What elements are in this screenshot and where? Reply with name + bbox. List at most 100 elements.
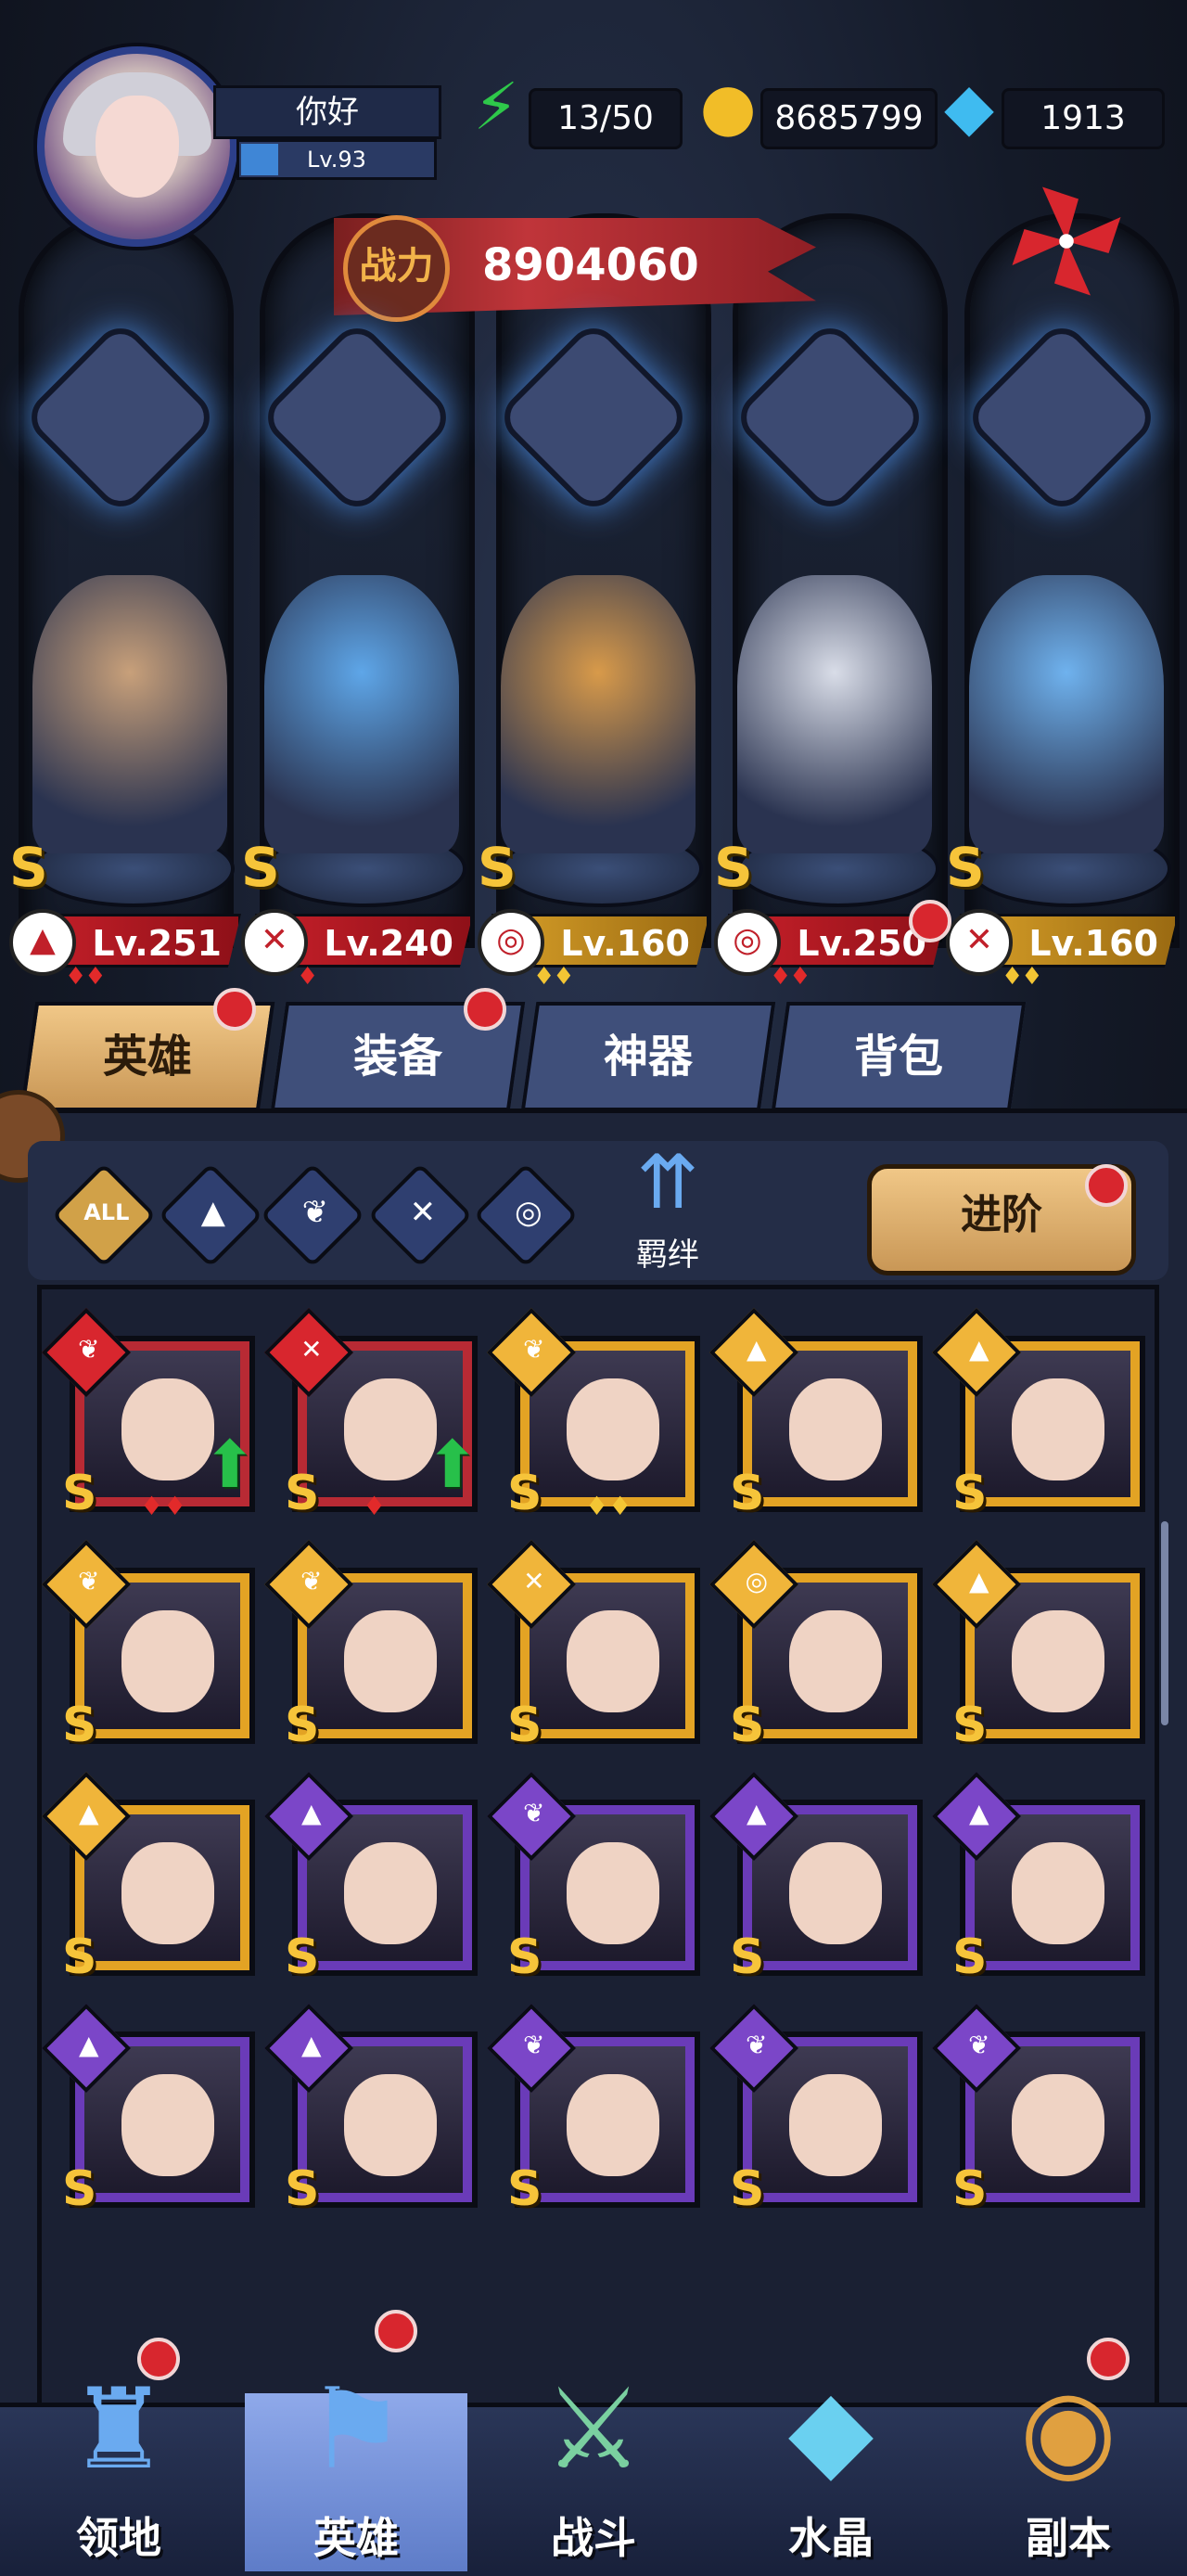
rank-badge: S <box>507 1698 542 1753</box>
filter-all-label: ALL <box>83 1199 130 1226</box>
team-slot-class-wrench-icon[interactable] <box>962 317 1162 518</box>
hero-card[interactable]: ✕ S ⬆ ♦ <box>263 1307 479 1521</box>
pinwheel-menu-icon[interactable] <box>1006 181 1127 301</box>
hero-card[interactable]: ▲ S <box>263 2003 478 2217</box>
notification-dot <box>213 988 256 1031</box>
hero-stars: ♦♦ <box>65 963 107 991</box>
hero-card[interactable]: ❦ S <box>486 2003 700 2217</box>
sword-icon: ⚔ <box>543 2365 644 2494</box>
hero-card[interactable]: ▲ S <box>931 1307 1145 1521</box>
rank-badge: S <box>285 1698 320 1753</box>
rank-badge: S <box>714 836 753 899</box>
team-hero[interactable] <box>737 575 932 853</box>
hero-card[interactable]: ❦ S <box>486 1771 700 1985</box>
nav-sword[interactable]: ⚔ 战斗 <box>482 2356 705 2571</box>
gold-coin-icon[interactable]: ● <box>686 65 770 148</box>
bond-label: 羁绊 <box>636 1237 699 1274</box>
hero-card[interactable]: ❦ S <box>708 2003 923 2217</box>
notification-dot <box>1087 2338 1130 2380</box>
crystal-icon: ◆ <box>787 2365 874 2494</box>
rank-badge: S <box>62 1929 97 1985</box>
hero-card[interactable]: ▲ S <box>263 1771 478 1985</box>
scrollbar[interactable] <box>1161 1521 1168 1725</box>
hero-stars: ♦ <box>297 963 318 991</box>
rank-badge: S <box>730 1929 765 1985</box>
hero-stars: ♦♦ <box>585 1491 632 1521</box>
rank-badge: S <box>952 1466 988 1521</box>
rank-badge: S <box>241 836 280 899</box>
nav-castle[interactable]: ♜ 领地 <box>7 2356 230 2571</box>
hero-hat-icon: ⚑ <box>306 2365 406 2494</box>
nav-label: 英雄 <box>313 2513 399 2563</box>
team-hero[interactable] <box>501 575 696 853</box>
nav-label: 副本 <box>1026 2513 1111 2563</box>
hero-card[interactable]: ❦ S <box>41 1539 255 1753</box>
rank-badge: S <box>62 2161 97 2217</box>
tab-artifacts[interactable]: 神器 <box>520 1002 776 1111</box>
tab-label: 英雄 <box>102 1031 192 1083</box>
hero-stars: ♦♦ <box>770 963 811 991</box>
team-slot-class-beast-mask-icon[interactable] <box>493 317 694 518</box>
hero-card[interactable]: ✕ S <box>486 1539 700 1753</box>
rank-badge: S <box>507 2161 542 2217</box>
tab-label: 装备 <box>352 1031 442 1083</box>
combat-power-value: 8904060 <box>482 239 699 291</box>
hero-card[interactable]: ▲ S <box>41 1771 255 1985</box>
rank-badge: S <box>62 1466 97 1521</box>
nav-label: 领地 <box>76 2513 161 2563</box>
player-avatar[interactable] <box>37 46 237 247</box>
notification-dot <box>464 988 506 1031</box>
team-slot-class-mage-hat-icon[interactable] <box>20 317 221 518</box>
hero-card[interactable]: ❦ S ♦♦ <box>486 1307 700 1521</box>
rank-badge: S <box>730 2161 765 2217</box>
nav-portal[interactable]: ◉ 副本 <box>957 2356 1180 2571</box>
hero-card[interactable]: ▲ S <box>931 1771 1145 1985</box>
rank-badge: S <box>952 1929 988 1985</box>
team-hero[interactable] <box>32 575 227 853</box>
hero-card[interactable]: ▲ S <box>41 2003 255 2217</box>
rank-badge: S <box>952 2161 988 2217</box>
rank-badge: S <box>507 1929 542 1985</box>
hero-card[interactable]: ❦ S <box>931 2003 1145 2217</box>
player-name: 你好 <box>213 85 441 139</box>
rank-badge: S <box>285 2161 320 2217</box>
bond-icon: ⇈ <box>636 1139 699 1225</box>
rank-badge: S <box>9 836 48 899</box>
nav-hero-hat[interactable]: ⚑ 英雄 <box>245 2365 467 2571</box>
diamond-icon[interactable]: ◆ <box>927 65 1011 148</box>
notification-dot <box>375 2310 417 2352</box>
notification-dot <box>137 2338 180 2380</box>
rank-badge: S <box>285 1466 320 1521</box>
nav-crystal[interactable]: ◆ 水晶 <box>720 2356 942 2571</box>
hero-stars: ♦♦ <box>140 1491 187 1521</box>
bond-button[interactable]: ⇈ 羁绊 <box>594 1136 742 1275</box>
rank-badge: S <box>952 1698 988 1753</box>
rank-badge: S <box>285 1929 320 1985</box>
rank-badge: S <box>946 836 985 899</box>
hero-card[interactable]: ❦ S <box>263 1539 478 1753</box>
team-hero[interactable] <box>969 575 1164 853</box>
combat-power-label: 战力 <box>343 215 450 322</box>
energy-icon[interactable]: ⚡ <box>454 65 538 148</box>
team-slot-class-wrench-icon[interactable] <box>257 317 457 518</box>
team-hero[interactable] <box>264 575 459 853</box>
hero-stars: ♦♦ <box>533 963 575 991</box>
nav-label: 战斗 <box>551 2513 636 2563</box>
tab-bag[interactable]: 背包 <box>771 1002 1027 1111</box>
energy-value: 13/50 <box>529 88 683 149</box>
tab-label: 神器 <box>603 1031 693 1083</box>
hero-stars: ♦♦ <box>1002 963 1043 991</box>
gems-value: 1913 <box>1002 88 1165 149</box>
team-slot-class-beast-mask-icon[interactable] <box>730 317 930 518</box>
hero-card[interactable]: ▲ S <box>708 1771 923 1985</box>
hero-stars: ♦ <box>363 1491 387 1521</box>
hero-card[interactable]: ❦ S ⬆ ♦♦ <box>41 1307 257 1521</box>
hero-card[interactable]: ▲ S <box>708 1307 923 1521</box>
hero-card[interactable]: ◎ S <box>708 1539 923 1753</box>
hero-card[interactable]: ▲ S <box>931 1539 1145 1753</box>
tab-label: 背包 <box>853 1031 943 1083</box>
player-level-text: Lv.93 <box>307 147 366 173</box>
rank-badge: S <box>730 1466 765 1521</box>
rank-badge: S <box>507 1466 542 1521</box>
castle-icon: ♜ <box>69 2365 169 2494</box>
